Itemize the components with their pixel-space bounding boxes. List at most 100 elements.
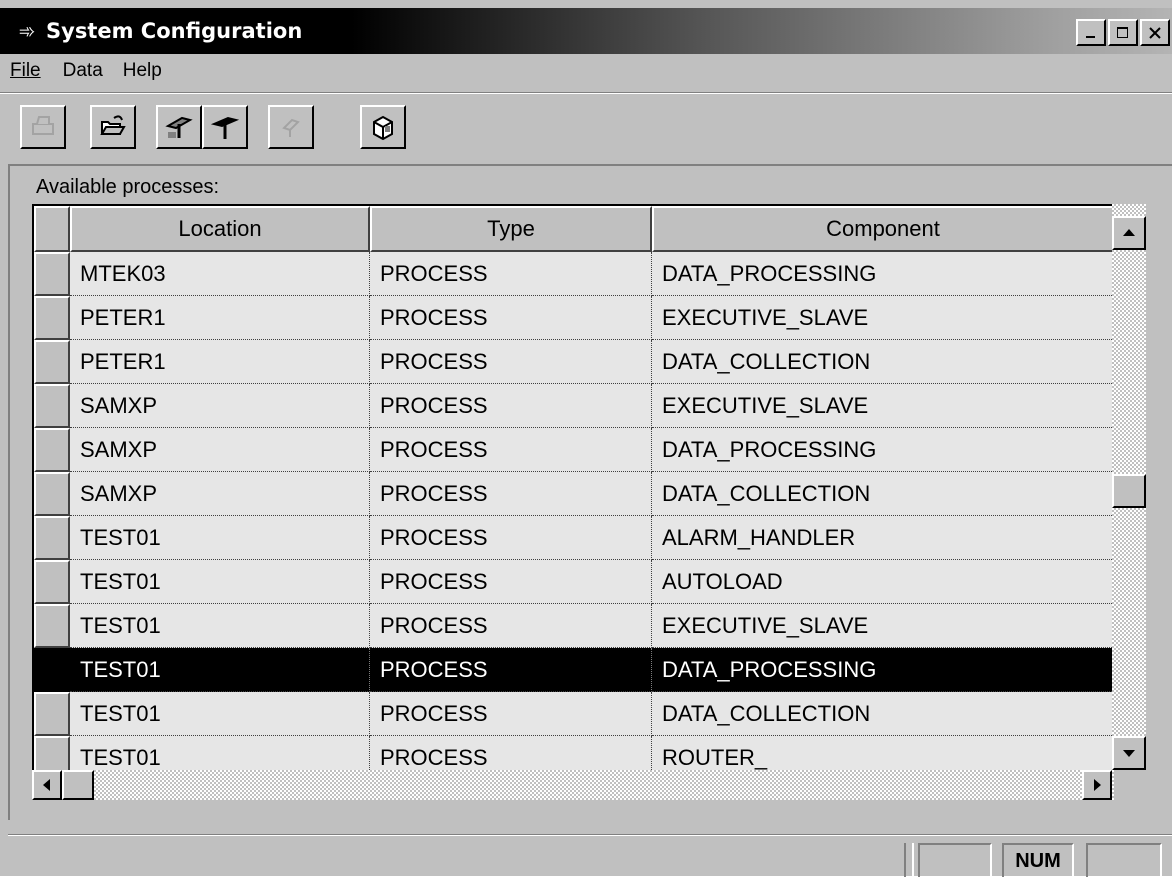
minimize-button[interactable] [1076, 19, 1106, 46]
scroll-left-button[interactable] [32, 770, 62, 800]
type-cell[interactable]: PROCESS [370, 648, 652, 692]
grid-rows: MTEK03 PROCESS DATA_PROCESSING PETER1 PROCES… [34, 252, 1114, 780]
close-icon [1149, 26, 1161, 39]
type-cell[interactable]: PROCESS [370, 428, 652, 472]
config-button[interactable] [360, 105, 406, 149]
column-header-component[interactable]: Component [652, 206, 1114, 252]
config-cube-icon [373, 115, 393, 141]
location-cell[interactable]: TEST01 [70, 516, 370, 560]
title-bar[interactable]: ➾ System Configuration [0, 8, 1172, 54]
maximize-icon [1117, 26, 1128, 38]
row-selector[interactable] [34, 340, 70, 384]
table-row[interactable]: SAMXP PROCESS DATA_PROCESSING [34, 428, 1114, 472]
toolbar [0, 92, 1172, 157]
close-button[interactable] [1140, 19, 1170, 46]
type-cell[interactable]: PROCESS [370, 340, 652, 384]
refresh-pin-icon [282, 118, 300, 137]
location-cell[interactable]: TEST01 [70, 604, 370, 648]
table-row[interactable]: TEST01 PROCESS DATA_PROCESSING [34, 648, 1114, 692]
pin-icon [210, 116, 240, 139]
menu-file[interactable]: File [10, 60, 49, 82]
row-selector[interactable] [34, 560, 70, 604]
table-row[interactable]: SAMXP PROCESS DATA_COLLECTION [34, 472, 1114, 516]
row-selector[interactable] [34, 604, 70, 648]
triangle-down-icon [1123, 750, 1135, 757]
component-cell[interactable]: DATA_PROCESSING [652, 428, 1114, 472]
print-button[interactable] [20, 105, 66, 149]
location-cell[interactable]: PETER1 [70, 340, 370, 384]
row-selector[interactable] [34, 428, 70, 472]
row-selector[interactable] [34, 472, 70, 516]
triangle-up-icon [1123, 229, 1135, 236]
location-cell[interactable]: TEST01 [70, 560, 370, 604]
component-cell[interactable]: DATA_PROCESSING [652, 252, 1114, 296]
scroll-down-button[interactable] [1112, 736, 1146, 770]
table-row[interactable]: TEST01 PROCESS DATA_COLLECTION [34, 692, 1114, 736]
type-cell[interactable]: PROCESS [370, 516, 652, 560]
column-header-location[interactable]: Location [70, 206, 370, 252]
component-cell[interactable]: DATA_PROCESSING [652, 648, 1114, 692]
menu-help[interactable]: Help [123, 60, 170, 82]
scroll-right-button[interactable] [1082, 770, 1112, 800]
scroll-up-button[interactable] [1112, 216, 1146, 250]
type-cell[interactable]: PROCESS [370, 604, 652, 648]
menu-data[interactable]: Data [63, 60, 111, 82]
component-cell[interactable]: EXECUTIVE_SLAVE [652, 604, 1114, 648]
column-header-type[interactable]: Type [370, 206, 652, 252]
open-folder-icon [100, 115, 126, 135]
row-selector[interactable] [34, 648, 70, 692]
location-cell[interactable]: SAMXP [70, 384, 370, 428]
location-cell[interactable]: SAMXP [70, 472, 370, 516]
row-selector[interactable] [34, 516, 70, 560]
print-icon [32, 116, 54, 135]
table-row[interactable]: SAMXP PROCESS EXECUTIVE_SLAVE [34, 384, 1114, 428]
location-cell[interactable]: PETER1 [70, 296, 370, 340]
table-row[interactable]: PETER1 PROCESS DATA_COLLECTION [34, 340, 1114, 384]
component-cell[interactable]: ALARM_HANDLER [652, 516, 1114, 560]
component-cell[interactable]: DATA_COLLECTION [652, 692, 1114, 736]
app-window: ➾ System Configuration File Data Help Av… [0, 0, 1172, 877]
triangle-right-icon [1094, 779, 1101, 791]
window-title: System Configuration [46, 19, 303, 43]
horizontal-scrollbar[interactable] [32, 770, 1114, 800]
caption-buttons [1074, 19, 1170, 46]
type-cell[interactable]: PROCESS [370, 472, 652, 516]
menu-bar: File Data Help [0, 54, 1172, 88]
table-row[interactable]: MTEK03 PROCESS DATA_PROCESSING [34, 252, 1114, 296]
table-row[interactable]: PETER1 PROCESS EXECUTIVE_SLAVE [34, 296, 1114, 340]
location-cell[interactable]: TEST01 [70, 692, 370, 736]
type-cell[interactable]: PROCESS [370, 560, 652, 604]
type-cell[interactable]: PROCESS [370, 384, 652, 428]
upload-pin-button[interactable] [156, 105, 202, 149]
pin-button[interactable] [202, 105, 248, 149]
component-cell[interactable]: EXECUTIVE_SLAVE [652, 384, 1114, 428]
vertical-scrollbar[interactable] [1112, 204, 1146, 770]
maximize-button[interactable] [1108, 19, 1138, 46]
scroll-thumb[interactable] [1112, 474, 1146, 508]
grid-header: Location Type Component [34, 206, 1114, 252]
row-selector[interactable] [34, 252, 70, 296]
hscroll-thumb[interactable] [62, 770, 94, 800]
location-cell[interactable]: TEST01 [70, 648, 370, 692]
component-cell[interactable]: DATA_COLLECTION [652, 340, 1114, 384]
type-cell[interactable]: PROCESS [370, 296, 652, 340]
location-cell[interactable]: SAMXP [70, 428, 370, 472]
refresh-pin-button[interactable] [268, 105, 314, 149]
processes-grid[interactable]: Location Type Component MTEK03 PROCESS DAT… [32, 204, 1146, 799]
table-row[interactable]: TEST01 PROCESS EXECUTIVE_SLAVE [34, 604, 1114, 648]
component-cell[interactable]: AUTOLOAD [652, 560, 1114, 604]
status-panel-num: NUM [1002, 843, 1074, 877]
type-cell[interactable]: PROCESS [370, 692, 652, 736]
table-row[interactable]: TEST01 PROCESS ALARM_HANDLER [34, 516, 1114, 560]
location-cell[interactable]: MTEK03 [70, 252, 370, 296]
row-selector[interactable] [34, 692, 70, 736]
row-selector[interactable] [34, 384, 70, 428]
scroll-corner [1114, 770, 1146, 800]
component-cell[interactable]: DATA_COLLECTION [652, 472, 1114, 516]
table-row[interactable]: TEST01 PROCESS AUTOLOAD [34, 560, 1114, 604]
row-selector[interactable] [34, 296, 70, 340]
open-button[interactable] [90, 105, 136, 149]
type-cell[interactable]: PROCESS [370, 252, 652, 296]
component-cell[interactable]: EXECUTIVE_SLAVE [652, 296, 1114, 340]
header-corner[interactable] [34, 206, 70, 252]
